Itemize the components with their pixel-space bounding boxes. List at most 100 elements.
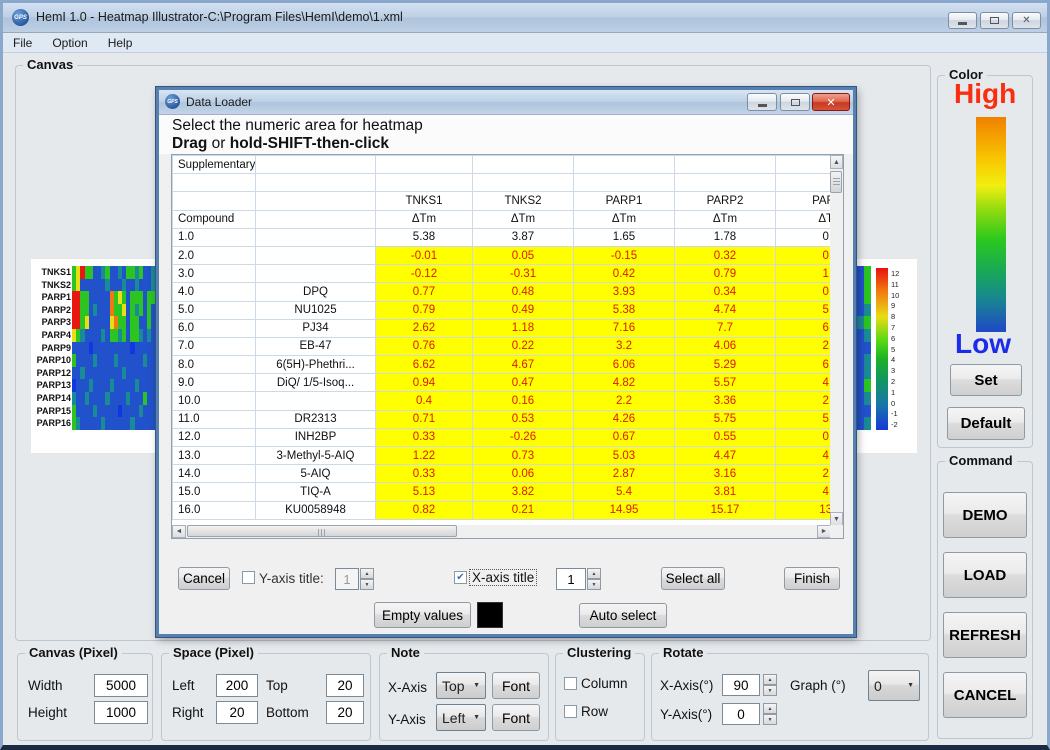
value-cell[interactable]: 5.7	[776, 301, 832, 319]
table-row[interactable]: 9.0DiQ/ 1/5-Isoq...0.940.474.825.574.3	[173, 374, 832, 392]
value-cell[interactable]: 2.8	[776, 465, 832, 483]
note-x-axis-dropdown[interactable]: Top▼	[436, 672, 486, 699]
table-cell[interactable]	[256, 156, 376, 174]
compound-name-cell[interactable]: TIQ-A	[256, 483, 376, 501]
space-left-input[interactable]: 200	[216, 674, 258, 697]
value-cell[interactable]: 2.2	[574, 392, 675, 410]
x-axis-title-checkbox[interactable]: ✔	[454, 571, 467, 584]
value-cell[interactable]: 5.75	[675, 410, 776, 428]
row-number-cell[interactable]: 13.0	[173, 447, 256, 465]
value-cell[interactable]: 0.79	[376, 301, 473, 319]
data-table-grid[interactable]: Supplementary...TNKS1TNKS2PARP1PARP2PARP…	[172, 155, 831, 520]
value-cell[interactable]: -0.31	[473, 265, 574, 283]
heatmap-cell[interactable]	[857, 405, 864, 418]
table-cell[interactable]	[574, 156, 675, 174]
empty-value-color-swatch[interactable]	[477, 602, 503, 628]
table-row[interactable]: 8.06(5H)-Phethri...6.624.676.065.296.8	[173, 356, 832, 374]
table-cell[interactable]	[256, 174, 376, 192]
row-number-cell[interactable]: 6.0	[173, 319, 256, 337]
height-input[interactable]: 1000	[94, 701, 148, 724]
table-row[interactable]: 14.05-AIQ0.330.062.873.162.8	[173, 465, 832, 483]
heatmap-cell[interactable]	[857, 392, 864, 405]
row-number-cell[interactable]: 4.0	[173, 283, 256, 301]
value-cell[interactable]: 0.73	[473, 447, 574, 465]
row-number-cell[interactable]: 7.0	[173, 337, 256, 355]
table-row[interactable]: TNKS1TNKS2PARP1PARP2PARP3	[173, 192, 832, 210]
heatmap-cell[interactable]	[864, 304, 871, 317]
value-cell[interactable]: -0.01	[376, 246, 473, 264]
window-titlebar[interactable]: GPS HemI 1.0 - Heatmap Illustrator-C:\Pr…	[3, 3, 1047, 33]
compound-name-cell[interactable]: PJ34	[256, 319, 376, 337]
y-axis-title-value[interactable]: 1	[335, 568, 359, 590]
value-cell[interactable]: 0.79	[675, 265, 776, 283]
value-cell[interactable]: 3.82	[473, 483, 574, 501]
value-cell[interactable]: 5.38	[376, 228, 473, 246]
compound-name-cell[interactable]: DPQ	[256, 283, 376, 301]
table-hscrollbar[interactable]: ◄ ►	[172, 525, 831, 538]
spin-up-icon[interactable]: ▲	[360, 568, 374, 579]
heatmap-cell[interactable]	[857, 291, 864, 304]
col-header[interactable]: PARP1	[574, 192, 675, 210]
x-axis-title-value[interactable]: 1	[556, 568, 586, 590]
value-cell[interactable]: 6.8	[776, 356, 832, 374]
clustering-row-checkbox[interactable]	[564, 705, 577, 718]
table-row[interactable]: 12.0INH2BP0.33-0.260.670.550.2	[173, 428, 832, 446]
y-axis-title-spinner[interactable]: 1 ▲▼	[335, 568, 374, 590]
load-button[interactable]: LOAD	[943, 552, 1027, 598]
heatmap-cell[interactable]	[864, 354, 871, 367]
spin-up-icon[interactable]: ▲	[763, 703, 777, 714]
y-axis-title-checkbox[interactable]	[242, 571, 255, 584]
heatmap-cell[interactable]	[857, 354, 864, 367]
value-cell[interactable]: 0.3	[776, 246, 832, 264]
heatmap-cell[interactable]	[857, 279, 864, 292]
heatmap-cell[interactable]	[864, 405, 871, 418]
heatmap-cell[interactable]	[864, 291, 871, 304]
spin-down-icon[interactable]: ▼	[763, 714, 777, 725]
empty-values-button[interactable]: Empty values	[374, 602, 471, 628]
unit-cell[interactable]: ΔTm	[574, 210, 675, 228]
value-cell[interactable]: 0.2	[776, 428, 832, 446]
value-cell[interactable]: 5.03	[574, 447, 675, 465]
compound-name-cell[interactable]: NU1025	[256, 301, 376, 319]
value-cell[interactable]: 5.38	[574, 301, 675, 319]
value-cell[interactable]: 5.13	[376, 483, 473, 501]
dialog-cancel-button[interactable]: Cancel	[178, 567, 230, 590]
value-cell[interactable]: 4.8	[776, 483, 832, 501]
table-row[interactable]	[173, 174, 832, 192]
heatmap-cell[interactable]	[857, 342, 864, 355]
compound-name-cell[interactable]: DR2313	[256, 410, 376, 428]
value-cell[interactable]: 0.71	[376, 410, 473, 428]
refresh-button[interactable]: REFRESH	[943, 612, 1027, 658]
heatmap-cell[interactable]	[857, 266, 864, 279]
col-header[interactable]: PARP2	[675, 192, 776, 210]
table-row[interactable]: 5.0NU10250.790.495.384.745.7	[173, 301, 832, 319]
heatmap-cell[interactable]	[864, 316, 871, 329]
scroll-left-icon[interactable]: ◄	[172, 525, 186, 538]
table-cell[interactable]	[776, 156, 832, 174]
scroll-down-icon[interactable]: ▼	[830, 512, 843, 526]
cancel-command-button[interactable]: CANCEL	[943, 672, 1027, 718]
unit-cell[interactable]: ΔTm	[376, 210, 473, 228]
compound-name-cell[interactable]: KU0058948	[256, 501, 376, 519]
data-table[interactable]: Supplementary...TNKS1TNKS2PARP1PARP2PARP…	[171, 154, 844, 539]
table-row[interactable]: 4.0DPQ0.770.483.930.340.9	[173, 283, 832, 301]
heatmap-cell[interactable]	[864, 392, 871, 405]
table-cell[interactable]	[473, 156, 574, 174]
table-cell[interactable]	[675, 174, 776, 192]
value-cell[interactable]: 4.67	[473, 356, 574, 374]
compound-name-cell[interactable]	[256, 265, 376, 283]
value-cell[interactable]: 0.06	[473, 465, 574, 483]
compound-name-cell[interactable]: DiQ/ 1/5-Isoq...	[256, 374, 376, 392]
rotate-x-spinner[interactable]: ▲▼	[763, 674, 777, 696]
value-cell[interactable]: 1.8	[776, 265, 832, 283]
row-number-cell[interactable]: 15.0	[173, 483, 256, 501]
dialog-close-button[interactable]: ✕	[812, 93, 850, 111]
value-cell[interactable]: 6.62	[376, 356, 473, 374]
heatmap-cell[interactable]	[857, 329, 864, 342]
value-cell[interactable]: 0.94	[376, 374, 473, 392]
value-cell[interactable]: 5.1	[776, 410, 832, 428]
compound-name-cell[interactable]	[256, 228, 376, 246]
menu-item-option[interactable]: Option	[42, 36, 97, 50]
value-cell[interactable]: 0.53	[473, 410, 574, 428]
table-row[interactable]: 6.0PJ342.621.187.167.76.0	[173, 319, 832, 337]
